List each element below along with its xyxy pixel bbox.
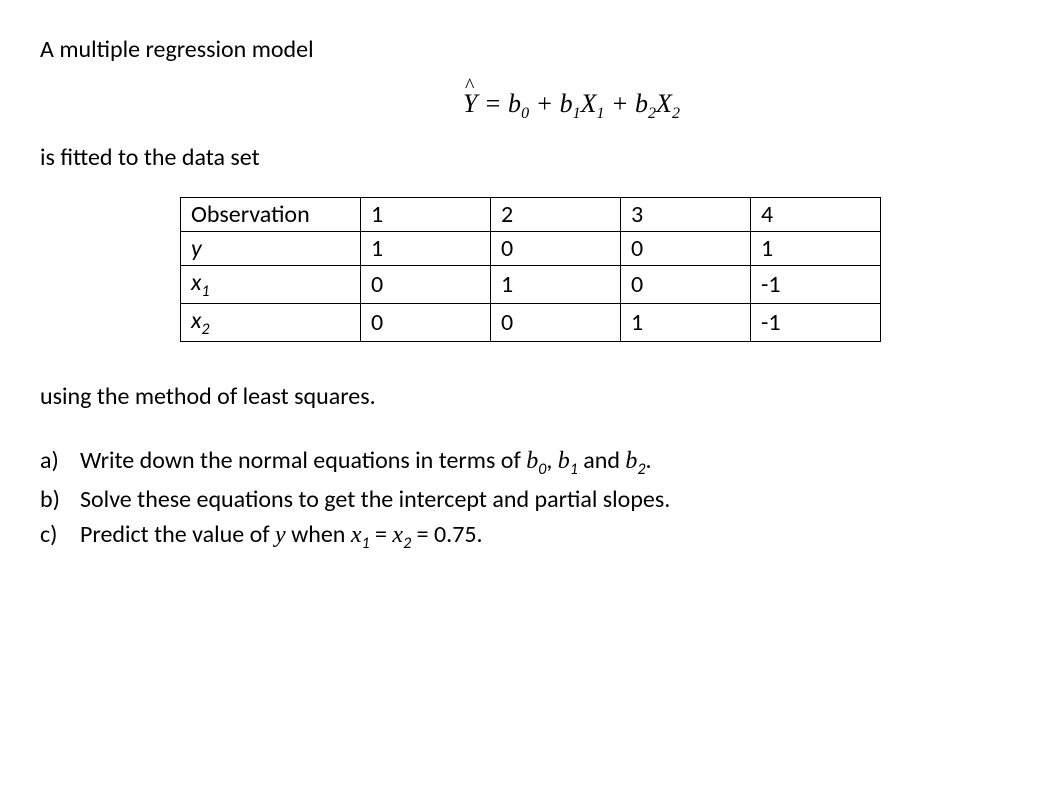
- question-b: b) Solve these equations to get the inte…: [40, 485, 1003, 514]
- question-c: c) Predict the value of y when x1 = x2 =…: [40, 520, 1003, 553]
- regression-equation: Y = b0 + b1X1 + b2X2: [40, 89, 1003, 123]
- plus-b1: + b: [529, 89, 573, 118]
- question-b-letter: b): [40, 485, 80, 514]
- cell: 1: [751, 232, 881, 266]
- cell: 0: [621, 266, 751, 304]
- table-header-row: Observation 1 2 3 4: [181, 198, 881, 232]
- xsub-2: 2: [672, 105, 680, 122]
- header-1: 1: [361, 198, 491, 232]
- cell: 0: [491, 303, 621, 341]
- question-a: a) Write down the normal equations in te…: [40, 446, 1003, 479]
- questions-list: a) Write down the normal equations in te…: [40, 446, 1003, 553]
- header-3: 3: [621, 198, 751, 232]
- question-b-text: Solve these equations to get the interce…: [80, 485, 1003, 514]
- header-2: 2: [491, 198, 621, 232]
- question-a-letter: a): [40, 446, 80, 479]
- cell: 1: [361, 232, 491, 266]
- header-observation: Observation: [181, 198, 361, 232]
- x1: X: [581, 89, 597, 118]
- cell: 0: [361, 303, 491, 341]
- cell: 1: [491, 266, 621, 304]
- data-table-wrapper: Observation 1 2 3 4 y 1 0 0 1 x1 0 1 0 -…: [40, 197, 1003, 342]
- question-c-text: Predict the value of y when x1 = x2 = 0.…: [80, 520, 1003, 553]
- intro-text: A multiple regression model: [40, 35, 1003, 64]
- row-x1-label: x1: [181, 266, 361, 304]
- table-row: x1 0 1 0 -1: [181, 266, 881, 304]
- sub-2: 2: [648, 105, 656, 122]
- x2: X: [656, 89, 672, 118]
- row-x2-label: x2: [181, 303, 361, 341]
- data-table: Observation 1 2 3 4 y 1 0 0 1 x1 0 1 0 -…: [180, 197, 881, 342]
- sub-1: 1: [573, 105, 581, 122]
- cell: 0: [361, 266, 491, 304]
- cell: -1: [751, 266, 881, 304]
- question-a-text: Write down the normal equations in terms…: [80, 446, 1003, 479]
- table-row: x2 0 0 1 -1: [181, 303, 881, 341]
- using-text: using the method of least squares.: [30, 382, 1003, 411]
- cell: 0: [491, 232, 621, 266]
- cell: 1: [621, 303, 751, 341]
- row-y-label: y: [181, 232, 361, 266]
- header-4: 4: [751, 198, 881, 232]
- cell: 0: [621, 232, 751, 266]
- plus-b2: + b: [605, 89, 649, 118]
- cell: -1: [751, 303, 881, 341]
- fitted-text: is fitted to the data set: [40, 143, 1003, 172]
- y-hat: Y: [463, 89, 477, 119]
- question-c-letter: c): [40, 520, 80, 553]
- xsub-1: 1: [597, 105, 605, 122]
- sub-0: 0: [521, 105, 529, 122]
- eq-part: = b: [478, 89, 522, 118]
- table-row: y 1 0 0 1: [181, 232, 881, 266]
